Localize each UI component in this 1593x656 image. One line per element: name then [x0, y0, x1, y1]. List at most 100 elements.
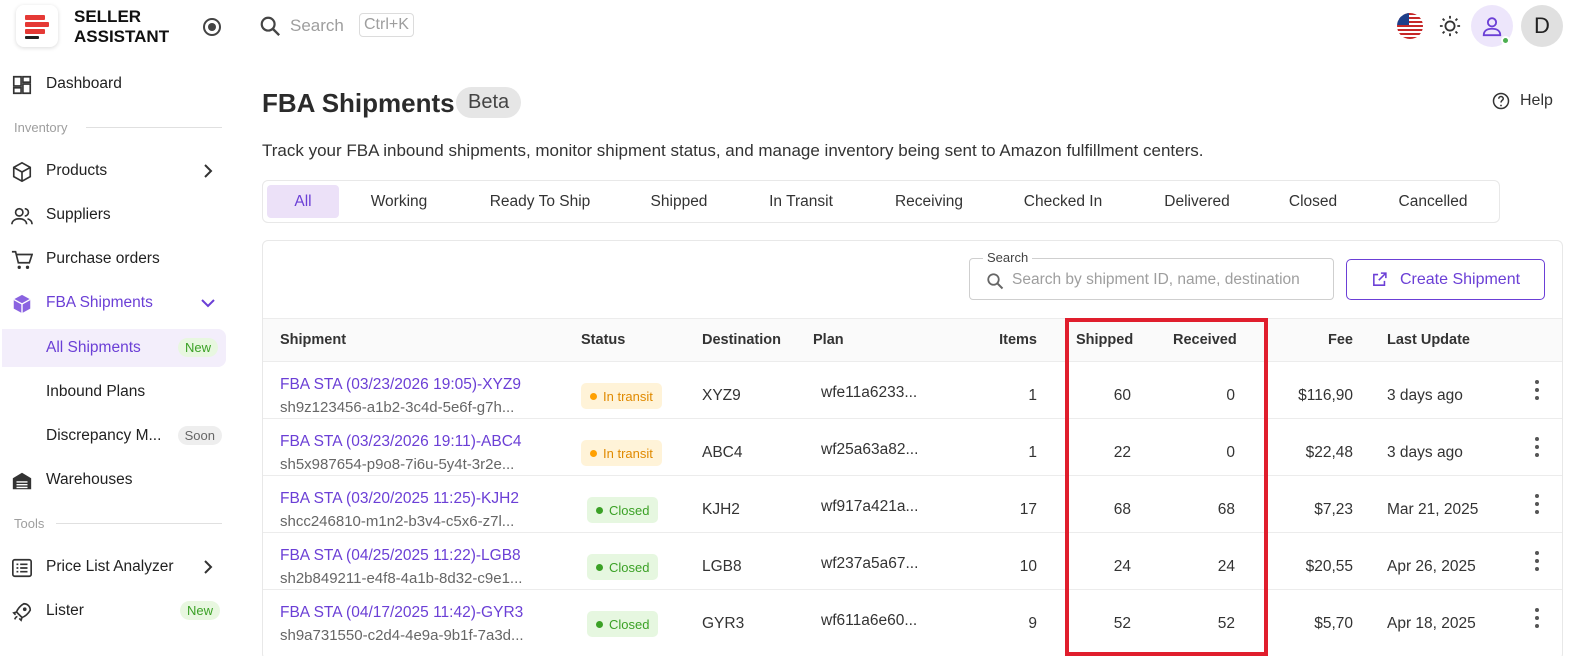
sidebar-item-label: Dashboard [46, 75, 122, 92]
beta-badge: Beta [456, 87, 522, 118]
user-icon [1482, 17, 1502, 37]
column-header-fee[interactable]: Fee [1280, 332, 1353, 348]
chevron-right-icon [204, 164, 213, 178]
tab-working[interactable]: Working [359, 185, 439, 218]
plan-id[interactable]: wf25a63a82... [821, 441, 918, 459]
more-options-icon[interactable] [1534, 494, 1540, 514]
sidebar-item-label: Price List Analyzer [46, 558, 174, 575]
warehouse-icon [12, 472, 32, 490]
global-search-input[interactable]: Search [290, 16, 344, 36]
destination: ABC4 [702, 444, 743, 461]
column-header-items[interactable]: Items [960, 332, 1037, 348]
sidebar-item-suppliers[interactable]: Suppliers [0, 195, 228, 235]
sidebar-item-price-list-analyzer[interactable]: Price List Analyzer [0, 547, 228, 587]
fee: $116,90 [1298, 387, 1353, 404]
column-header-shipment[interactable]: Shipment [280, 332, 346, 348]
sidebar-item-inbound-plans[interactable]: Inbound Plans [0, 373, 228, 411]
items-count: 9 [1028, 615, 1037, 632]
sidebar-item-label: FBA Shipments [46, 294, 153, 311]
tab-closed[interactable]: Closed [1277, 185, 1349, 218]
plan-id[interactable]: wf917a421a... [821, 498, 918, 516]
shipment-name-link[interactable]: FBA STA (03/23/2026 19:05)-XYZ9 [280, 376, 521, 394]
user-profile-button[interactable] [1471, 5, 1513, 47]
more-options-icon[interactable] [1534, 437, 1540, 457]
shipment-id: sh9a731550-c2d4-4e9a-9b1f-7a3d... [280, 627, 524, 644]
sidebar-item-label: Suppliers [46, 206, 111, 223]
fee: $22,48 [1305, 444, 1353, 461]
create-shipment-button[interactable]: Create Shipment [1346, 259, 1545, 300]
fee: $20,55 [1305, 558, 1353, 575]
plan-id[interactable]: wf237a5a67... [821, 555, 918, 573]
more-options-icon[interactable] [1534, 608, 1540, 628]
plan-id[interactable]: wfe11a6233... [821, 384, 917, 402]
sidebar-item-dashboard[interactable]: Dashboard [0, 64, 228, 104]
sidebar-item-all-shipments[interactable]: All Shipments New [2, 329, 226, 367]
help-label: Help [1520, 92, 1553, 109]
shipment-name-link[interactable]: FBA STA (03/20/2025 11:25)-KJH2 [280, 490, 519, 508]
fee: $5,70 [1314, 615, 1353, 632]
sidebar-item-lister[interactable]: Lister New [0, 591, 228, 631]
column-header-last-update[interactable]: Last Update [1387, 332, 1470, 348]
shipment-box-icon [13, 294, 31, 314]
sidebar-item-products[interactable]: Products [0, 151, 228, 191]
shortcut-hint: Ctrl+K [359, 13, 414, 37]
tab-shipped[interactable]: Shipped [639, 185, 719, 218]
seller-assistant-logo[interactable] [16, 5, 58, 47]
sidebar-item-label: Lister [46, 602, 84, 619]
column-header-destination[interactable]: Destination [702, 332, 781, 348]
tab-ready-to-ship[interactable]: Ready To Ship [475, 185, 605, 218]
status-badge: Closed [587, 497, 659, 523]
destination: XYZ9 [702, 387, 741, 404]
status-badge: Closed [587, 611, 659, 637]
sidebar-item-discrepancy[interactable]: Discrepancy M... Soon [0, 417, 228, 455]
search-icon[interactable] [259, 15, 281, 37]
plan-id[interactable]: wf611a6e60... [821, 612, 917, 630]
shipment-name-link[interactable]: FBA STA (04/17/2025 11:42)-GYR3 [280, 604, 523, 622]
shipment-name-link[interactable]: FBA STA (03/23/2026 19:11)-ABC4 [280, 433, 522, 451]
shipment-name-link[interactable]: FBA STA (04/25/2025 11:22)-LGB8 [280, 547, 521, 565]
last-update: Mar 21, 2025 [1387, 501, 1479, 518]
fee: $7,23 [1314, 501, 1353, 518]
sidebar-item-fba-shipments[interactable]: FBA Shipments [0, 283, 228, 323]
shipment-id: sh5x987654-p9o8-7i6u-5y4t-3r2e... [280, 456, 515, 473]
tab-delivered[interactable]: Delivered [1147, 185, 1247, 218]
items-count: 1 [1028, 444, 1037, 461]
last-update: Apr 18, 2025 [1387, 615, 1476, 632]
sidebar-toggle-icon[interactable] [203, 18, 221, 36]
new-badge: New [177, 338, 218, 357]
dashboard-icon [12, 75, 32, 95]
tab-cancelled[interactable]: Cancelled [1385, 185, 1481, 218]
tab-receiving[interactable]: Receiving [879, 185, 979, 218]
online-status-dot [1501, 36, 1510, 45]
page-description: Track your FBA inbound shipments, monito… [262, 141, 1204, 160]
column-header-status[interactable]: Status [581, 332, 625, 348]
sidebar-item-warehouses[interactable]: Warehouses [0, 460, 228, 500]
help-icon [1492, 92, 1510, 110]
brand-line-1: SELLER [74, 7, 142, 26]
soon-badge: Soon [177, 426, 222, 445]
sidebar-item-purchase-orders[interactable]: Purchase orders [0, 239, 228, 279]
avatar[interactable]: D [1521, 5, 1563, 47]
chevron-right-icon [204, 560, 213, 574]
tab-checked-in[interactable]: Checked In [1011, 185, 1115, 218]
destination: KJH2 [702, 501, 740, 518]
divider [86, 127, 222, 128]
items-count: 10 [1019, 558, 1037, 575]
theme-toggle-icon[interactable] [1439, 15, 1461, 37]
help-link[interactable]: Help [1492, 92, 1553, 110]
tab-in-transit[interactable]: In Transit [755, 185, 847, 218]
section-tools: Tools [14, 516, 45, 531]
us-flag-icon[interactable] [1397, 13, 1423, 39]
more-options-icon[interactable] [1534, 551, 1540, 571]
items-count: 17 [1019, 501, 1037, 518]
sidebar-item-label: Products [46, 162, 108, 179]
sidebar-item-label: Purchase orders [46, 250, 160, 267]
tab-all[interactable]: All [267, 185, 339, 218]
shipment-id: sh2b849211-e4f8-4a1b-8d32-c9e1... [280, 570, 523, 587]
column-header-plan[interactable]: Plan [813, 332, 844, 348]
section-inventory: Inventory [14, 120, 68, 135]
more-options-icon[interactable] [1534, 380, 1540, 400]
sidebar-item-label: Discrepancy M... [46, 427, 162, 444]
last-update: 3 days ago [1387, 444, 1463, 461]
new-badge: New [179, 601, 220, 620]
